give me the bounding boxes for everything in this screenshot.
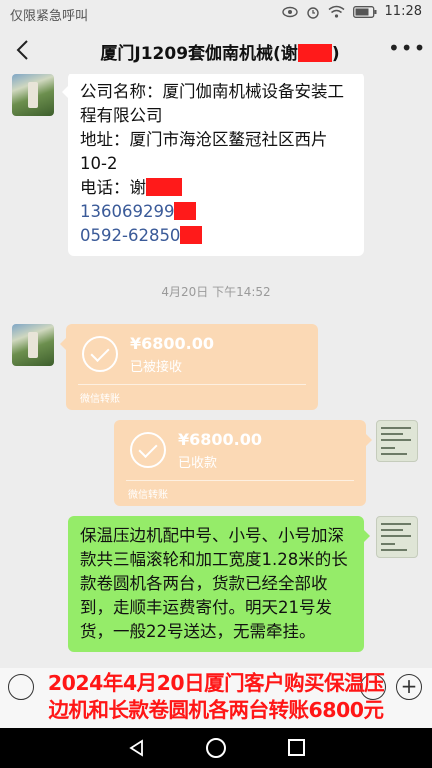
- redaction-box: [180, 226, 203, 244]
- landline-link[interactable]: 0592-62850: [80, 224, 352, 248]
- order-note-text: 保温压边机配中号、小号、小号加深款共三幅滚轮和加工宽度1.28米的长款卷圆机各两…: [80, 526, 348, 641]
- chat-header: 厦门J1209套伽南机械(谢) •••: [0, 26, 432, 74]
- check-circle-icon: [82, 336, 118, 372]
- contact-info-bubble[interactable]: 公司名称：厦门伽南机械设备安装工程有限公司 地址：厦门市海沧区鳌冠社区西片10-…: [62, 74, 364, 256]
- battery-icon: [352, 5, 377, 18]
- redaction-box: [146, 178, 182, 196]
- transfer-amount: ¥6800.00: [130, 334, 215, 353]
- company-line: 公司名称：厦门伽南机械设备安装工程有限公司: [80, 82, 344, 125]
- order-note-bubble[interactable]: 保温压边机配中号、小号、小号加深款共三幅滚轮和加工宽度1.28米的长款卷圆机各两…: [68, 516, 370, 652]
- redaction-box: [174, 202, 197, 220]
- transfer-status: 已收款: [178, 456, 218, 471]
- status-bar: 仅限紧急呼叫 11:28: [0, 0, 432, 26]
- transfer-confirm-card[interactable]: ¥6800.00 已收款 微信转账: [114, 420, 372, 506]
- nav-back-triangle-icon[interactable]: [128, 739, 146, 757]
- divider: [78, 384, 306, 385]
- chat-title-text: 厦门J1209套伽南机械(谢: [100, 44, 298, 64]
- mobile-link[interactable]: 136069299: [80, 200, 352, 224]
- transfer-status: 已被接收: [130, 360, 183, 375]
- more-dots-icon[interactable]: •••: [388, 38, 425, 62]
- divider: [126, 480, 354, 481]
- status-icons: 11:28: [281, 4, 422, 19]
- clock-time: 11:28: [384, 4, 422, 19]
- wifi-icon: [328, 5, 344, 18]
- transfer-source: 微信转账: [80, 394, 120, 405]
- my-avatar[interactable]: [376, 420, 418, 462]
- nav-home-circle-icon[interactable]: [206, 738, 226, 758]
- message-timestamp: 4月20日 下午14:52: [161, 285, 271, 299]
- eye-icon: [281, 6, 298, 17]
- caption-line-2: 边机和长款卷圆机各两台转账6800元: [48, 698, 384, 722]
- system-nav-bar: [0, 728, 432, 768]
- check-circle-icon: [130, 432, 166, 468]
- transfer-amount: ¥6800.00: [178, 430, 263, 449]
- overlay-caption: 2024年4月20日厦门客户购买保温压 边机和长款卷圆机各两台转账6800元: [0, 670, 432, 728]
- caption-line-1: 2024年4月20日厦门客户购买保温压: [47, 671, 385, 695]
- nav-recent-square-icon[interactable]: [288, 739, 305, 756]
- phone-label: 电话：谢: [80, 178, 146, 197]
- landline-number[interactable]: 0592-62850: [80, 226, 180, 245]
- chat-title: 厦门J1209套伽南机械(谢): [80, 39, 360, 64]
- mobile-number[interactable]: 136069299: [80, 202, 174, 221]
- transfer-source: 微信转账: [128, 490, 168, 501]
- carrier-text: 仅限紧急呼叫: [10, 9, 89, 24]
- contact-avatar[interactable]: [12, 324, 54, 366]
- address-line: 地址：厦门市海沧区鳌冠社区西片10-2: [80, 130, 328, 173]
- back-chevron-icon[interactable]: [10, 36, 38, 64]
- transfer-received-card[interactable]: ¥6800.00 已被接收 微信转账: [60, 324, 318, 410]
- alarm-icon: [306, 6, 319, 19]
- contact-avatar[interactable]: [12, 74, 54, 116]
- my-avatar[interactable]: [376, 516, 418, 558]
- redaction-box: [297, 44, 332, 62]
- chat-title-suffix: ): [331, 44, 340, 64]
- chat-area[interactable]: 公司名称：厦门伽南机械设备安装工程有限公司 地址：厦门市海沧区鳌冠社区西片10-…: [0, 74, 432, 728]
- phone-line: 电话：谢: [80, 176, 352, 200]
